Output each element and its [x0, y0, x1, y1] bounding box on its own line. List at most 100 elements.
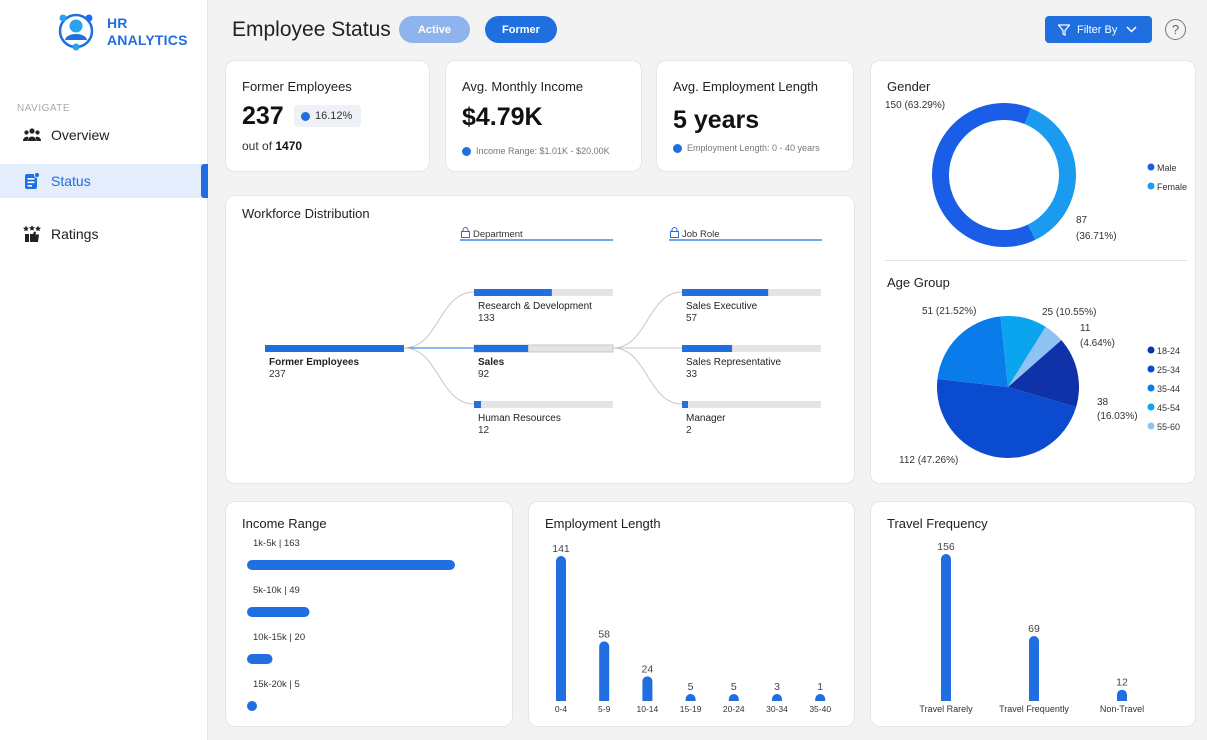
bar-category-label: 10-14 — [637, 704, 659, 714]
app-logo[interactable]: HR ANALYTICS — [54, 6, 214, 56]
bar[interactable] — [728, 694, 739, 701]
employment-length-chart[interactable]: 141 0-4 58 5-9 24 10-14 5 15-19 5 20-24 3 30-34 1 35-… — [529, 502, 856, 728]
bar-value-label: 1 — [817, 681, 823, 693]
kpi-former-out-of-prefix: out of — [242, 139, 273, 153]
toggle-active-button[interactable]: Active — [399, 16, 470, 43]
kpi-former-out-of-value: 1470 — [275, 139, 303, 153]
legend-swatch-age — [1147, 403, 1155, 411]
bar-value-label: 156 — [937, 541, 955, 553]
level1-header[interactable]: Department — [460, 227, 613, 241]
filter-by-button[interactable]: Filter By — [1045, 16, 1152, 43]
bar[interactable] — [941, 554, 951, 701]
income-bar-label: 5k-10k | 49 — [253, 585, 300, 596]
page-title: Employee Status — [232, 18, 391, 41]
app-title: HR ANALYTICS — [107, 15, 188, 49]
travel-frequency-chart[interactable]: 156 Travel Rarely 69 Travel Frequently 12 Non… — [871, 502, 1197, 728]
chevron-down-icon — [1126, 26, 1137, 33]
workforce-distribution-card: Workforce Distribution Department Job Ro… — [225, 195, 855, 484]
income-bar[interactable] — [247, 701, 257, 711]
bar[interactable] — [815, 694, 826, 701]
legend-label-age[interactable]: 55-60 — [1157, 422, 1180, 432]
bar[interactable] — [772, 694, 782, 701]
income-bar[interactable] — [247, 607, 310, 617]
bar-category-label: 5-9 — [598, 704, 611, 714]
nav-item-overview[interactable]: Overview — [0, 118, 208, 152]
node-label: Sales Representative — [686, 357, 781, 368]
level2-header[interactable]: Job Role — [669, 227, 822, 241]
node-value: 33 — [686, 369, 698, 380]
node-label: Sales — [478, 357, 505, 368]
bar-category-label: 0-4 — [555, 704, 568, 714]
tree-root-node[interactable]: Former Employees 237 — [265, 345, 404, 380]
help-icon[interactable]: ? — [1165, 19, 1186, 40]
bar[interactable] — [599, 641, 610, 701]
kpi-former-title: Former Employees — [242, 79, 352, 94]
bar-category-label: Travel Rarely — [919, 704, 973, 714]
root-value: 237 — [269, 369, 286, 380]
tree-connector — [612, 347, 683, 405]
kpi-income-value: $4.79K — [462, 103, 543, 131]
bar-value-label: 69 — [1028, 623, 1040, 635]
nav-item-ratings[interactable]: Ratings — [0, 217, 208, 251]
income-bar[interactable] — [247, 560, 455, 570]
bar-category-label: Non-Travel — [1100, 704, 1144, 714]
tree-node-manager[interactable]: Manager 2 — [682, 401, 821, 436]
node-label: Human Resources — [478, 413, 561, 424]
bar[interactable] — [556, 556, 566, 701]
bar[interactable] — [1029, 635, 1039, 701]
income-bar-label: 15k-20k | 5 — [253, 679, 300, 690]
node-value: 12 — [478, 425, 490, 436]
bar-value-label: 58 — [598, 628, 610, 640]
filter-funnel-icon — [1058, 23, 1070, 36]
node-value: 133 — [478, 313, 495, 324]
legend-swatch-age — [1147, 346, 1155, 354]
age-label-55-60-2: (4.64%) — [1080, 338, 1115, 349]
age-slice-35-44[interactable] — [937, 316, 1008, 387]
bar[interactable] — [642, 676, 653, 701]
income-bar[interactable] — [247, 654, 273, 664]
node-fill — [682, 289, 769, 296]
bar[interactable] — [1117, 689, 1127, 701]
income-bar-label: 10k-15k | 20 — [253, 632, 305, 643]
tree-node-sales[interactable]: Sales 92 — [473, 344, 614, 380]
nav-item-overview-label: Overview — [51, 127, 110, 143]
root-label: Former Employees — [269, 357, 359, 368]
age-label-18-24-1: 38 — [1097, 397, 1109, 408]
kpi-length-note-text: Employment Length: 0 - 40 years — [687, 143, 820, 153]
kpi-income-note: Income Range: $1.01K - $20.00K — [462, 146, 610, 156]
bar-value-label: 12 — [1116, 677, 1128, 689]
bar-value-label: 3 — [774, 681, 780, 693]
tree-node-sales-representative[interactable]: Sales Representative 33 — [682, 345, 821, 380]
age-pie-chart[interactable]: 51 (21.52%) 25 (10.55%) 11 (4.64%) 38 (1… — [871, 61, 1197, 485]
kpi-former-percent: 16.12% — [315, 110, 353, 122]
tree-node-sales-executive[interactable]: Sales Executive 57 — [682, 289, 821, 324]
tree-node-rd[interactable]: Research & Development 133 — [474, 289, 613, 324]
node-fill — [474, 345, 529, 352]
tree-node-hr[interactable]: Human Resources 12 — [474, 401, 613, 436]
legend-label-age[interactable]: 18-24 — [1157, 346, 1180, 356]
people-icon — [22, 125, 42, 145]
demographics-card: Gender 150 (63.29%) 87 (36.71%) Male Fem… — [870, 60, 1196, 484]
travel-frequency-card: Travel Frequency 156 Travel Rarely 69 Trave… — [870, 501, 1196, 727]
tree-connector — [403, 347, 475, 405]
node-track — [682, 401, 821, 408]
legend-label-age[interactable]: 35-44 — [1157, 384, 1180, 394]
age-label-25-34: 51 (21.52%) — [922, 306, 976, 317]
kpi-length-title: Avg. Employment Length — [673, 79, 819, 94]
nav-item-ratings-label: Ratings — [51, 226, 99, 242]
legend-label-age[interactable]: 25-34 — [1157, 365, 1180, 375]
node-fill — [682, 401, 688, 408]
legend-label-age[interactable]: 45-54 — [1157, 403, 1180, 413]
income-range-chart[interactable]: 1k-5k | 163 5k-10k | 49 10k-15k | 20 15k-20… — [226, 502, 514, 728]
bar[interactable] — [685, 694, 696, 701]
node-label: Manager — [686, 413, 726, 424]
toggle-former-button[interactable]: Former — [485, 16, 557, 43]
nav-item-status[interactable]: Status — [0, 164, 208, 198]
node-value: 57 — [686, 313, 698, 324]
node-label: Research & Development — [478, 301, 592, 312]
level2-header-label: Job Role — [682, 229, 720, 240]
bar-category-label: 20-24 — [723, 704, 745, 714]
level1-header-label: Department — [473, 229, 523, 240]
sidebar: HR ANALYTICS NAVIGATE Overview Status Ra… — [0, 0, 208, 740]
decomposition-tree[interactable]: Department Job Role Former Employees 237… — [226, 196, 856, 485]
